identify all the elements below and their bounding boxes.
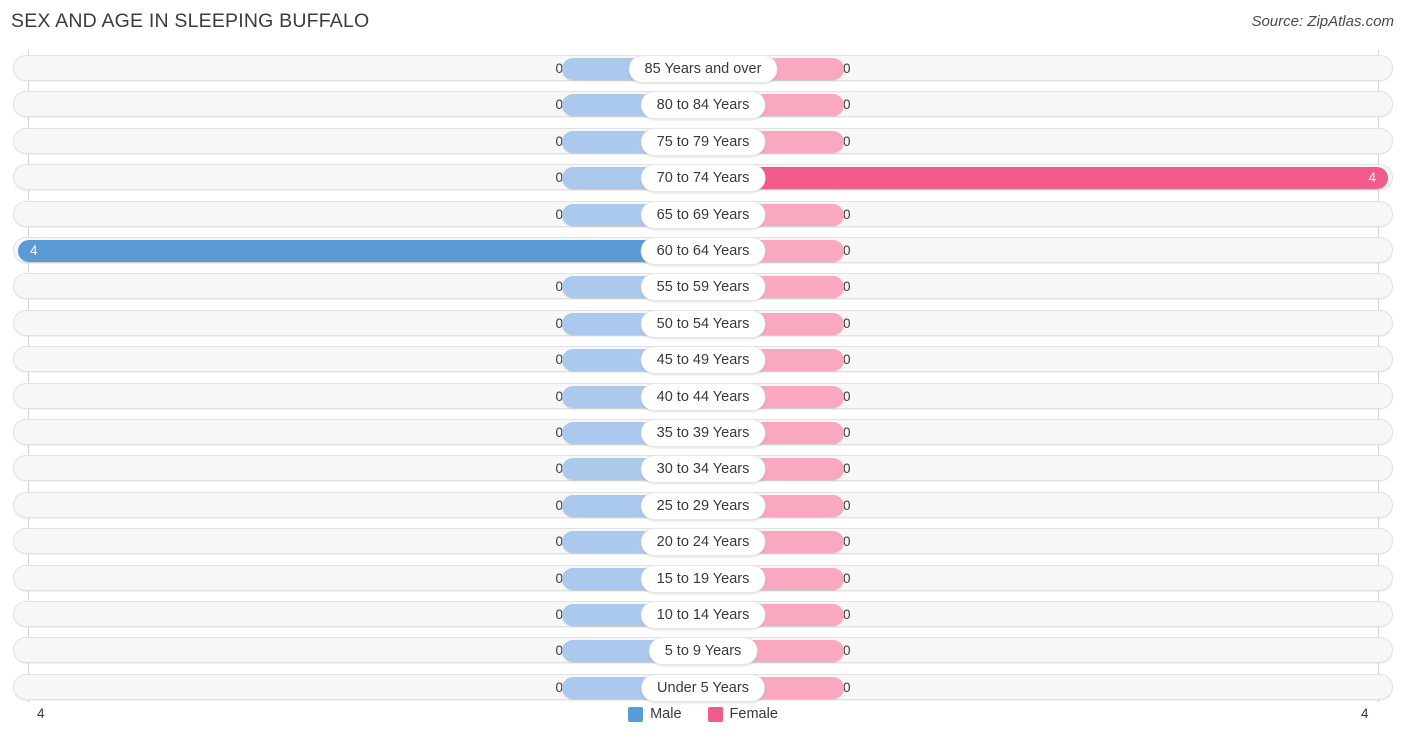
page-title: SEX AND AGE IN SLEEPING BUFFALO	[11, 10, 370, 32]
pyramid-row[interactable]: 0 0 30 to 34 Years	[13, 455, 1393, 484]
row-bars: 0 0 75 to 79 Years	[14, 127, 1392, 156]
pyramid-row[interactable]: 0 0 45 to 49 Years	[13, 346, 1393, 375]
row-bars: 0 0 25 to 29 Years	[14, 491, 1392, 520]
legend-label-female: Female	[729, 706, 778, 722]
pyramid-row[interactable]: 0 0 55 to 59 Years	[13, 273, 1393, 302]
bar-male[interactable]: 4	[18, 240, 702, 262]
pyramid-row[interactable]: 0 0 10 to 14 Years	[13, 601, 1393, 629]
age-group-label: 10 to 14 Years	[640, 601, 766, 629]
pyramid-row[interactable]: 0 0 80 to 84 Years	[13, 91, 1393, 120]
age-group-label: 40 to 44 Years	[640, 382, 766, 411]
age-group-label: 55 to 59 Years	[640, 273, 766, 302]
age-group-label: 80 to 84 Years	[640, 91, 766, 120]
bar-value-female: 0	[843, 497, 851, 513]
row-bars: 0 0 15 to 19 Years	[14, 564, 1392, 593]
bar-value-female: 4	[1368, 170, 1376, 186]
pyramid-row[interactable]: 0 0 50 to 54 Years	[13, 309, 1393, 338]
chart-page: SEX AND AGE IN SLEEPING BUFFALO Source: …	[0, 0, 1406, 740]
age-group-label: 65 to 69 Years	[640, 200, 766, 229]
pyramid-row[interactable]: 005 to 9 Years	[13, 637, 1393, 666]
row-bars: 0 0 20 to 24 Years	[14, 528, 1392, 557]
bar-value-female: 0	[843, 61, 851, 76]
row-bars: 005 to 9 Years	[14, 637, 1392, 666]
bar-value-female: 0	[843, 607, 851, 622]
pyramid-row[interactable]: 0 4 70 to 74 Years	[13, 164, 1393, 193]
bar-value-female: 0	[843, 425, 851, 440]
age-group-label: 75 to 79 Years	[640, 127, 766, 156]
bar-value-female: 0	[843, 206, 851, 222]
row-bars: 0 0 Under 5 Years	[14, 673, 1392, 702]
row-bars: 0 4 70 to 74 Years	[14, 164, 1392, 193]
bar-value-female: 0	[843, 315, 851, 331]
bar-value-female: 0	[843, 534, 851, 550]
pyramid-row[interactable]: 0 0 15 to 19 Years	[13, 564, 1393, 593]
bar-value-female: 0	[843, 133, 851, 149]
age-group-label: 35 to 39 Years	[640, 419, 766, 447]
row-bars: 0 0 30 to 34 Years	[14, 455, 1392, 484]
bar-value-female: 0	[843, 243, 851, 258]
age-group-label: 5 to 9 Years	[648, 637, 758, 666]
bar-value-female: 0	[843, 97, 851, 113]
row-bars: 0 0 45 to 49 Years	[14, 346, 1392, 375]
pyramid-row[interactable]: 0 0 Under 5 Years	[13, 673, 1393, 702]
age-group-label: 25 to 29 Years	[640, 491, 766, 520]
age-group-label: 45 to 49 Years	[640, 346, 766, 375]
age-group-label: 50 to 54 Years	[640, 309, 766, 338]
row-bars: 0 0 50 to 54 Years	[14, 309, 1392, 338]
pyramid-row[interactable]: 0 0 20 to 24 Years	[13, 528, 1393, 557]
pyramid-row[interactable]: 0 0 85 Years and over	[13, 55, 1393, 83]
chart-header: SEX AND AGE IN SLEEPING BUFFALO Source: …	[0, 0, 1406, 46]
age-group-label: 15 to 19 Years	[640, 564, 766, 593]
pyramid-row[interactable]: 4 0 60 to 64 Years	[13, 237, 1393, 265]
bar-value-female: 0	[843, 570, 851, 586]
bar-value-female: 0	[843, 388, 851, 404]
row-bars: 0 0 35 to 39 Years	[14, 419, 1392, 447]
age-group-label: Under 5 Years	[641, 673, 765, 702]
pyramid-row[interactable]: 0 0 25 to 29 Years	[13, 491, 1393, 520]
bar-value-female: 0	[843, 352, 851, 368]
pyramid-plot-area: 0 0 85 Years and over 0 0 80 to 84 Years 0 0 75 …	[0, 50, 1406, 704]
row-bars: 0 0 10 to 14 Years	[14, 601, 1392, 629]
pyramid-row[interactable]: 0 0 75 to 79 Years	[13, 127, 1393, 156]
row-bars: 0 0 80 to 84 Years	[14, 91, 1392, 120]
bar-value-female: 0	[843, 679, 851, 695]
age-group-label: 60 to 64 Years	[640, 237, 766, 265]
age-group-label: 85 Years and over	[628, 55, 778, 83]
pyramid-row[interactable]: 0 0 65 to 69 Years	[13, 200, 1393, 229]
legend-item-male[interactable]: Male	[628, 706, 682, 722]
chart-footer: 4 4 Male Female	[0, 702, 1406, 740]
bar-value-female: 0	[843, 279, 851, 295]
bar-female[interactable]: 4	[704, 167, 1388, 190]
legend-swatch-male-icon	[628, 706, 644, 722]
age-group-label: 70 to 74 Years	[640, 164, 766, 193]
age-group-label: 30 to 34 Years	[640, 455, 766, 484]
pyramid-row[interactable]: 0 0 40 to 44 Years	[13, 382, 1393, 411]
row-bars: 0 0 55 to 59 Years	[14, 273, 1392, 302]
row-bars: 0 0 65 to 69 Years	[14, 200, 1392, 229]
legend-item-female[interactable]: Female	[707, 706, 778, 722]
age-group-label: 20 to 24 Years	[640, 528, 766, 557]
bar-value-male: 4	[30, 243, 38, 258]
chart-legend: Male Female	[0, 706, 1406, 722]
bar-value-female: 0	[843, 643, 851, 659]
bar-value-female: 0	[843, 461, 851, 477]
legend-swatch-female-icon	[707, 706, 723, 722]
row-bars: 0 0 85 Years and over	[14, 55, 1392, 83]
pyramid-row[interactable]: 0 0 35 to 39 Years	[13, 419, 1393, 447]
row-bars: 0 0 40 to 44 Years	[14, 382, 1392, 411]
row-bars: 4 0 60 to 64 Years	[14, 237, 1392, 265]
legend-label-male: Male	[650, 706, 682, 722]
source-credit: Source: ZipAtlas.com	[1251, 13, 1394, 30]
